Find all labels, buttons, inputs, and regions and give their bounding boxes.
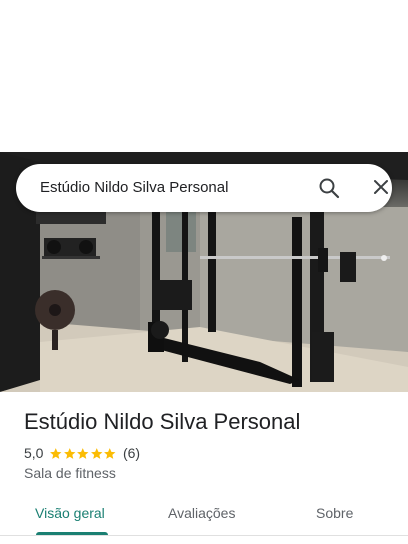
- star-icon: [50, 447, 62, 459]
- place-title: Estúdio Nildo Silva Personal: [24, 409, 301, 434]
- star-icon: [91, 447, 103, 459]
- rating-value: 5,0: [24, 445, 44, 461]
- tab-reviews[interactable]: Avaliações: [168, 504, 235, 522]
- star-icon: [104, 447, 116, 459]
- star-rating: [49, 447, 117, 460]
- tab-overview[interactable]: Visão geral: [35, 504, 105, 522]
- close-icon[interactable]: [368, 176, 394, 200]
- review-count[interactable]: (6): [123, 445, 140, 461]
- place-tabs: Visão geral Avaliações Sobre: [0, 498, 408, 544]
- search-icon[interactable]: [316, 176, 342, 200]
- search-input[interactable]: Estúdio Nildo Silva Personal: [40, 178, 228, 198]
- place-category: Sala de fitness: [24, 465, 116, 481]
- tabs-divider: [0, 535, 408, 536]
- rating-row[interactable]: 5,0 (6): [24, 444, 140, 462]
- search-bar[interactable]: Estúdio Nildo Silva Personal: [16, 164, 392, 212]
- star-icon: [64, 447, 76, 459]
- star-icon: [77, 447, 89, 459]
- tab-about[interactable]: Sobre: [316, 504, 353, 522]
